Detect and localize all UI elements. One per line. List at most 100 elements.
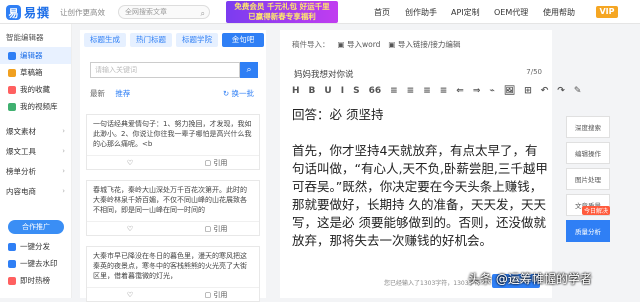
sidebar-item-editor[interactable]: 编辑器 bbox=[0, 47, 71, 64]
quote-icon[interactable]: 66 bbox=[369, 86, 382, 96]
nav-assistant[interactable]: 创作助手 bbox=[405, 7, 437, 18]
sidebar-item-videos[interactable]: 我的视频库 bbox=[0, 98, 71, 115]
vip-badge[interactable]: VIP bbox=[596, 6, 618, 18]
tab-title-generate[interactable]: 标题生成 bbox=[84, 33, 126, 47]
sub-tabs: 最新 推荐 bbox=[90, 88, 130, 99]
char-count-footer: 您已经输入了1303字符，1303字符 bbox=[384, 280, 481, 287]
sidebar-cat-materials[interactable]: 爆文素材 › bbox=[0, 121, 71, 141]
logo-badge: 易 bbox=[6, 4, 21, 20]
chevron-right-icon: › bbox=[62, 167, 65, 175]
panel-tabs: 标题生成 热门标题 标题学院 金句吧 bbox=[80, 30, 266, 47]
collect-button[interactable]: ♡ bbox=[87, 222, 173, 235]
import-word-button[interactable]: ▣ 导入word bbox=[338, 39, 381, 50]
paragraph: 回答：必 须坚持 bbox=[292, 107, 384, 122]
card-actions: ♡ ▢ 引用 bbox=[87, 221, 259, 235]
drafts-icon bbox=[8, 68, 16, 77]
quote-card[interactable]: 春城飞花，秦岭大山深处万千百花次第开。此时的大秦岭林泉千娇百媚，不仅不同山峰的山… bbox=[86, 180, 260, 236]
import-label: 稿件导入： bbox=[292, 40, 330, 49]
link-icon: ▣ bbox=[388, 40, 396, 49]
edit-ops-button[interactable]: 编辑操作 bbox=[566, 142, 610, 164]
cite-button[interactable]: ▢ 引用 bbox=[173, 288, 259, 301]
sidebar-bottom: 合作推广 一键分发 一键去水印 即时热榜 bbox=[0, 220, 72, 289]
chevron-right-icon: › bbox=[62, 187, 65, 195]
image-icon[interactable]: 🖼 bbox=[504, 86, 515, 96]
heading-icon[interactable]: H bbox=[292, 86, 300, 96]
search-icon[interactable]: ⌕ bbox=[201, 8, 205, 20]
app-logo[interactable]: 易 易撰 bbox=[6, 4, 50, 20]
align-center-icon[interactable]: ≡ bbox=[407, 86, 415, 96]
promo-banner[interactable]: 免费会员 千元礼包 好运千里 已赢得新春专享福利 bbox=[226, 1, 338, 23]
search-icon[interactable]: ⌕ bbox=[240, 62, 258, 78]
logo-text: 易撰 bbox=[24, 5, 51, 20]
watermark-icon bbox=[8, 259, 16, 268]
cite-button[interactable]: ▢ 引用 bbox=[173, 156, 259, 169]
sidebar-cat-rankings[interactable]: 榜单分析 › bbox=[0, 161, 71, 181]
global-search-input[interactable]: 全网搜索文章 ⌕ bbox=[118, 5, 210, 19]
sidebar: 智能编辑器 编辑器 草稿箱 我的收藏 我的视频库 爆文素材 › 爆文工具 › 榜单分… bbox=[0, 24, 72, 298]
card-actions: ♡ ▢ 引用 bbox=[87, 287, 259, 301]
source-watermark: 头条 @运筹帷幄的学者 bbox=[468, 272, 592, 286]
quality-analysis-button[interactable]: 质量分析 bbox=[566, 220, 610, 242]
editor-content[interactable]: 回答：必 须坚持 首先，你才坚持4天就放弃，有点太早了，有句话叫做，“有心人,天… bbox=[292, 106, 548, 268]
editor-toolbar: H B U I S 66 ≡ ≡ ≡ ≡ ⇐ ⇒ ⌁ 🖼 ⊞ ↶ ↷ ✎ bbox=[292, 86, 581, 96]
nav-home[interactable]: 首页 bbox=[374, 7, 390, 18]
quote-card[interactable]: 大秦市早已降没在冬日的暮色里，漫天的寒风把这秦英的夜景点，寒冬中的客栈熊熊的火光… bbox=[86, 246, 260, 302]
tab-quotes[interactable]: 金句吧 bbox=[222, 33, 264, 47]
article-title-input[interactable]: 妈妈我想对你说 bbox=[294, 68, 354, 80]
cite-button[interactable]: ▢ 引用 bbox=[173, 222, 259, 235]
image-process-button[interactable]: 图片处理 bbox=[566, 168, 610, 190]
align-justify-icon[interactable]: ≡ bbox=[440, 86, 448, 96]
sidebar-item-hotlist[interactable]: 即时热榜 bbox=[0, 272, 72, 289]
sidebar-item-favorites[interactable]: 我的收藏 bbox=[0, 81, 71, 98]
import-link-button[interactable]: ▣ 导入链接/接力编辑 bbox=[388, 39, 460, 50]
edit-icon[interactable]: ✎ bbox=[574, 86, 582, 96]
card-actions: ♡ ▢ 引用 bbox=[87, 155, 259, 169]
editor-panel: 稿件导入： ▣ 导入word ▣ 导入链接/接力编辑 妈妈我想对你说 7/50 … bbox=[280, 30, 581, 298]
quote-text: 春城飞花，秦岭大山深处万千百花次第开。此时的大秦岭林泉千娇百媚，不仅不同山峰的山… bbox=[93, 186, 247, 214]
sidebar-header: 智能编辑器 bbox=[6, 33, 44, 42]
tab-hot-titles[interactable]: 热门标题 bbox=[130, 33, 172, 47]
quote-card[interactable]: 一句话经典爱情句子：1、努力挽回，才发现，我如此渺小。2、你说让你往我一辈子哪怕… bbox=[86, 114, 260, 170]
sub-tab-recommended[interactable]: 推荐 bbox=[115, 89, 130, 98]
chevron-right-icon: › bbox=[62, 147, 65, 155]
deep-search-button[interactable]: 深度搜索 bbox=[566, 116, 610, 138]
chevron-right-icon: › bbox=[62, 127, 65, 135]
video-icon bbox=[8, 102, 16, 111]
sidebar-cat-ecommerce[interactable]: 内容电商 › bbox=[0, 181, 71, 201]
indent-icon[interactable]: ⇒ bbox=[473, 86, 481, 96]
bold-icon[interactable]: B bbox=[309, 86, 316, 96]
editor-icon bbox=[8, 51, 16, 60]
outdent-icon[interactable]: ⇐ bbox=[456, 86, 464, 96]
link-icon[interactable]: ⌁ bbox=[489, 86, 494, 96]
sidebar-item-distribute[interactable]: 一键分发 bbox=[0, 238, 72, 255]
collect-button[interactable]: ♡ bbox=[87, 288, 173, 301]
sidebar-cat-tools[interactable]: 爆文工具 › bbox=[0, 141, 71, 161]
underline-icon[interactable]: U bbox=[324, 86, 331, 96]
import-bar: 稿件导入： ▣ 导入word ▣ 导入链接/接力编辑 bbox=[292, 39, 460, 50]
title-char-count: 7/50 bbox=[526, 68, 542, 76]
nav-oem[interactable]: OEM代理 bbox=[494, 7, 528, 18]
tab-title-academy[interactable]: 标题学院 bbox=[176, 33, 218, 47]
strikethrough-icon[interactable]: S bbox=[353, 86, 359, 96]
promo-line-2: 已赢得新春专享福利 bbox=[248, 12, 316, 21]
share-icon bbox=[8, 242, 16, 251]
top-bar: 易 易撰 让创作更高效 全网搜索文章 ⌕ 免费会员 千元礼包 好运千里 已赢得新… bbox=[0, 0, 640, 24]
sub-tab-latest[interactable]: 最新 bbox=[90, 89, 105, 98]
sidebar-item-drafts[interactable]: 草稿箱 bbox=[0, 64, 71, 81]
align-right-icon[interactable]: ≡ bbox=[423, 86, 431, 96]
collect-button[interactable]: ♡ bbox=[87, 156, 173, 169]
nav-api[interactable]: API定制 bbox=[451, 7, 480, 18]
fire-icon bbox=[8, 276, 16, 285]
redo-icon[interactable]: ↷ bbox=[557, 86, 565, 96]
table-icon[interactable]: ⊞ bbox=[524, 86, 532, 96]
sidebar-item-watermark[interactable]: 一键去水印 bbox=[0, 255, 72, 272]
coop-badge[interactable]: 合作推广 bbox=[8, 220, 64, 234]
nav-help[interactable]: 使用帮助 bbox=[543, 7, 575, 18]
italic-icon[interactable]: I bbox=[341, 86, 344, 96]
align-left-icon[interactable]: ≡ bbox=[390, 86, 398, 96]
slogan: 让创作更高效 bbox=[60, 8, 105, 17]
quote-search-input[interactable]: 请输入关键词 bbox=[90, 62, 240, 78]
refresh-button[interactable]: ↻ 换一批 bbox=[223, 88, 254, 99]
promo-line-1: 免费会员 千元礼包 好运千里 bbox=[234, 2, 330, 11]
undo-icon[interactable]: ↶ bbox=[541, 86, 549, 96]
